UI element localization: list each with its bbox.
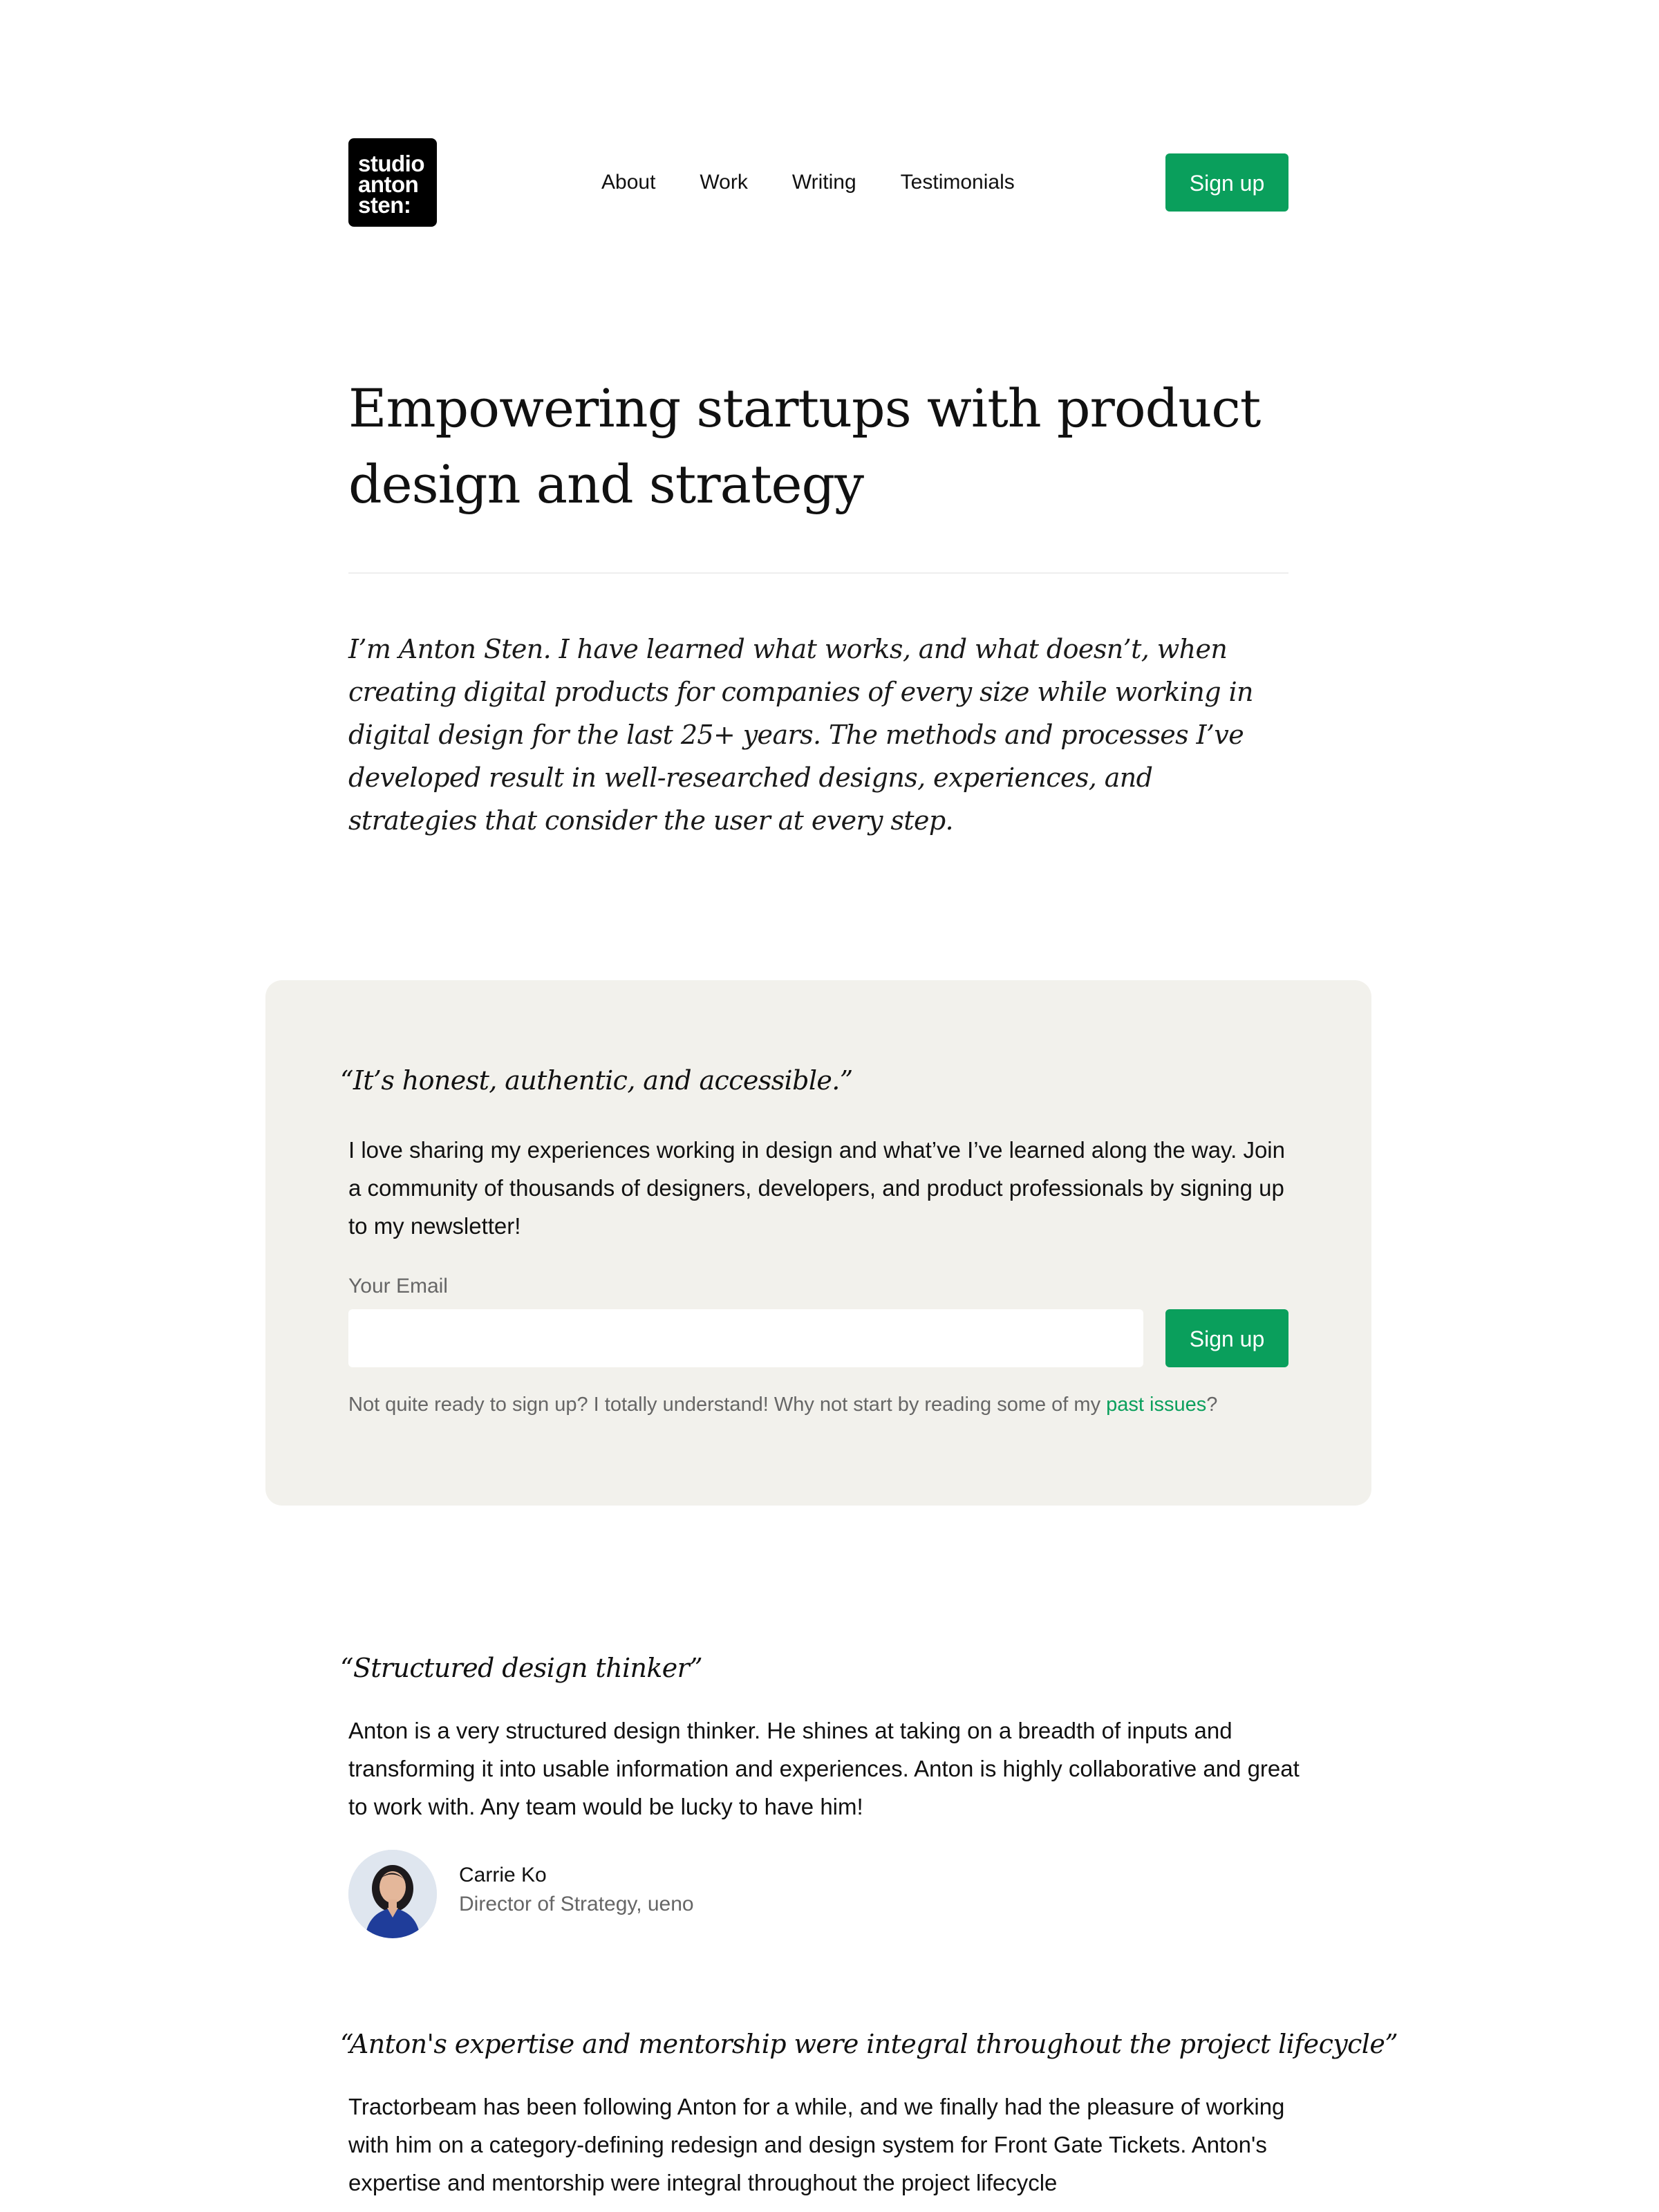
testimonial-author-role: Director of Strategy, ueno [459,1893,694,1915]
studio-logo[interactable]: studio anton sten: [348,138,437,227]
newsletter-note: Not quite ready to sign up? I totally un… [348,1394,1217,1416]
newsletter-signup-button[interactable]: Sign up [1165,1309,1288,1367]
nav-about[interactable]: About [601,169,655,196]
email-label: Your Email [348,1275,448,1297]
testimonial-body: Tractorbeam has been following Anton for… [348,2094,1285,2195]
hero-intro: I’m Anton Sten. I have learned what work… [348,634,1254,836]
newsletter-body: I love sharing my experiences working in… [348,1137,1285,1239]
nav-work[interactable]: Work [700,169,747,196]
avatar [348,1850,437,1938]
header-signup-button[interactable]: Sign up [1165,153,1288,212]
newsletter-quote: “It’s honest, authentic, and accessible.… [340,1065,853,1096]
nav-writing[interactable]: Writing [792,169,856,196]
note-prefix: Not quite ready to sign up? I totally un… [348,1394,1107,1416]
page: studio anton sten: About Work Writing Te… [0,0,1659,2212]
hero-divider [348,572,1288,574]
testimonial-quote: “Structured design thinker” [340,1653,703,1683]
newsletter-section: “It’s honest, authentic, and accessible.… [265,980,1371,1506]
person-avatar-icon [348,1850,437,1938]
past-issues-link[interactable]: past issues [1106,1394,1206,1416]
testimonial-author-name: Carrie Ko [459,1864,547,1886]
testimonial-quote: “Anton's expertise and mentorship were i… [340,2029,1398,2059]
main-nav: About Work Writing Testimonials [601,169,1059,196]
email-input[interactable] [348,1309,1143,1367]
note-suffix: ? [1206,1394,1218,1416]
hero-title: Empowering startups with product design … [348,377,1261,515]
logo-line-3: sten: [358,192,411,218]
testimonial-body: Anton is a very structured design thinke… [348,1718,1300,1819]
nav-testimonials[interactable]: Testimonials [901,169,1015,196]
